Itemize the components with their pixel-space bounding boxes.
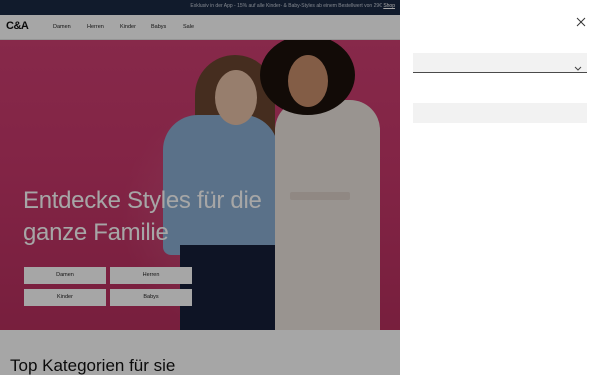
close-icon[interactable] [576, 14, 586, 27]
country-select[interactable] [413, 53, 587, 73]
chevron-down-icon [574, 59, 582, 71]
page: Exklusiv in der App - 15% auf alle Kinde… [0, 0, 600, 375]
modal-backdrop[interactable] [0, 0, 400, 375]
panel-input[interactable] [413, 103, 587, 123]
